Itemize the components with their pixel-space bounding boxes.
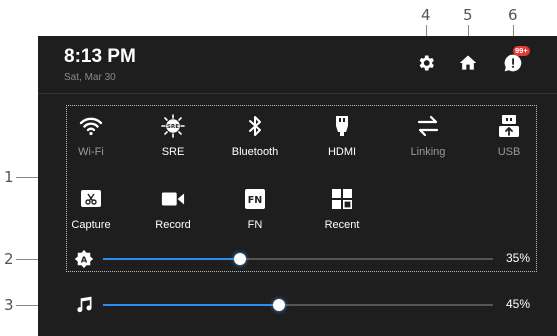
bluetooth-icon xyxy=(249,116,261,136)
quick-settings-panel: 8:13 PM Sat, Mar 30 99+ Wi-Fi SRE SRE Bl… xyxy=(38,36,557,336)
home-button[interactable] xyxy=(457,52,479,74)
notification-badge: 99+ xyxy=(513,46,530,56)
brightness-row: A 35% xyxy=(38,247,557,271)
gear-icon xyxy=(419,55,434,71)
tile-recent[interactable]: Recent xyxy=(310,183,374,241)
tile-label: Wi-Fi xyxy=(78,146,104,158)
callout-3: 3 xyxy=(4,296,14,314)
auto-brightness-icon: A xyxy=(74,249,94,269)
linking-icon xyxy=(417,115,439,137)
tile-label: FN xyxy=(247,219,263,231)
svg-text:A: A xyxy=(81,254,88,264)
settings-button[interactable] xyxy=(415,52,437,74)
sre-icon: SRE xyxy=(161,114,185,138)
brightness-slider-thumb[interactable] xyxy=(233,253,246,265)
home-icon xyxy=(459,55,477,70)
volume-slider-thumb[interactable] xyxy=(272,299,285,311)
tile-capture[interactable]: Capture xyxy=(59,183,123,241)
tile-linking[interactable]: Linking xyxy=(396,110,460,168)
alert-bubble-icon xyxy=(504,54,522,72)
tile-label: Recent xyxy=(324,219,360,231)
tile-label: USB xyxy=(497,146,521,158)
volume-slider[interactable] xyxy=(103,299,493,311)
callout-5: 5 xyxy=(463,6,473,24)
tile-wifi[interactable]: Wi-Fi xyxy=(59,110,123,168)
brightness-slider-fill xyxy=(103,258,240,260)
brightness-value: 35% xyxy=(505,251,530,265)
callout-4: 4 xyxy=(421,6,431,24)
tile-label: Capture xyxy=(71,219,111,231)
volume-row: 45% xyxy=(38,293,557,317)
svg-text:SRE: SRE xyxy=(167,124,179,130)
clock-time: 8:13 PM xyxy=(64,46,136,67)
tile-hdmi[interactable]: HDMI xyxy=(310,110,374,168)
tile-usb[interactable]: USB xyxy=(477,110,541,168)
fn-icon: FN xyxy=(245,189,265,209)
tile-fn[interactable]: FN FN xyxy=(223,183,287,241)
usb-icon xyxy=(499,115,519,137)
wifi-icon xyxy=(79,117,103,136)
tile-label: Bluetooth xyxy=(231,146,279,158)
brightness-icon-wrap: A xyxy=(74,249,94,269)
tile-sre[interactable]: SRE SRE xyxy=(141,110,205,168)
callout-1: 1 xyxy=(4,168,14,186)
tile-label: HDMI xyxy=(327,146,357,158)
capture-icon xyxy=(81,190,101,207)
volume-slider-fill xyxy=(103,304,279,306)
callout-2: 2 xyxy=(4,250,14,268)
recent-icon xyxy=(332,189,353,210)
tile-bluetooth[interactable]: Bluetooth xyxy=(223,110,287,168)
tile-label: Record xyxy=(155,219,191,231)
hdmi-icon xyxy=(336,116,348,136)
status-header: 8:13 PM Sat, Mar 30 99+ xyxy=(38,36,557,94)
record-icon xyxy=(161,192,185,206)
music-note-icon xyxy=(77,296,92,313)
volume-icon-wrap xyxy=(74,295,94,315)
notifications-button[interactable]: 99+ xyxy=(502,46,530,74)
tile-record[interactable]: Record xyxy=(141,183,205,241)
brightness-slider[interactable] xyxy=(103,253,493,265)
svg-text:FN: FN xyxy=(248,195,262,206)
clock-date: Sat, Mar 30 xyxy=(64,72,116,83)
volume-value: 45% xyxy=(505,297,530,311)
tile-label: SRE xyxy=(161,146,185,158)
callout-6: 6 xyxy=(508,6,518,24)
tile-label: Linking xyxy=(410,146,446,158)
